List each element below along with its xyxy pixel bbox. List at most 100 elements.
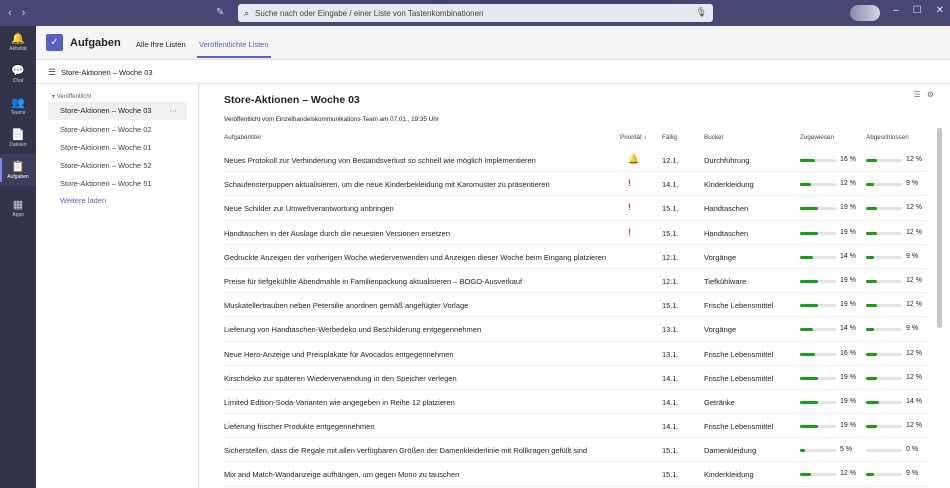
completed-progress-bar [866,183,902,187]
due-date: 15.1. [662,228,679,238]
table-row[interactable]: Kirschdeko zur späteren Wiederverwendung… [224,366,927,390]
compose-icon[interactable]: ✎ [216,7,228,19]
sidebar-item-week-01[interactable]: Store-Aktionen – Woche 01 [48,139,187,157]
sidebar-item-week-51[interactable]: Store-Aktionen – Woche 51 [48,175,187,193]
column-priority[interactable]: Priorität ↓ [620,134,647,141]
table-row[interactable]: Lieferung von Handtaschen-Werbedeko und … [224,317,927,342]
sidebar-item-label: Store-Aktionen – Woche 51 [60,179,152,188]
rail-item-teams[interactable]: 👥 Teams [0,90,36,122]
app-header: ✓ Aufgaben Alle Ihre Listen Veröffentlic… [36,26,950,60]
table-row[interactable]: Schaufensterpuppen aktualisieren, um die… [224,172,927,197]
bucket-name: Vorgänge [704,252,737,262]
window-controls: – ☐ ✕ [893,5,944,16]
table-row[interactable]: Neue Hero-Anzeige und Preisplakate für A… [224,342,927,366]
bucket-name: Frische Lebensmittel [704,349,774,359]
assigned-progress-bar [800,183,836,187]
search-box[interactable]: ⌕ Suche nach oder Eingabe / einer Liste … [238,4,713,22]
sidebar-item-week-02[interactable]: Store-Aktionen – Woche 02 [48,121,187,139]
rail-item-dateien[interactable]: 📄 Dateien [0,122,36,154]
task-title[interactable]: Neue Hero-Anzeige und Preisplakate für A… [224,350,616,359]
task-title[interactable]: Neue Schilder zur Umweltverantwortung an… [224,204,616,213]
task-title[interactable]: Lieferung von Handtaschen-Werbedeko und … [224,325,616,334]
task-title[interactable]: Handtaschen in der Auslage durch die neu… [224,229,616,238]
due-date: 15.1. [662,446,679,456]
assigned-percent: 19 % [840,422,856,430]
assigned-progress-bar-fill [800,473,812,477]
column-due[interactable]: Fällig [662,134,677,141]
task-title[interactable]: Mix and Match-Wandanzeige aufhängen, um … [224,470,616,479]
app-rail: 🔔 Aktivität 💬 Chat 👥 Teams 📄 Dateien 📋 Aufgaben ▦ A… [0,26,36,488]
completed-progress-bar-fill [866,328,875,332]
task-title[interactable]: Preise für tiefgekühlte Abendmahle in Fa… [224,277,616,286]
rail-item-label: Apps [12,211,24,218]
table-row[interactable]: Mix and Match-Wandanzeige aufhängen, um … [224,462,927,487]
assigned-percent: 19 % [840,397,856,405]
completed-progress-bar-fill [866,304,878,308]
task-title[interactable]: Neues Protokoll zur Verhinderung von Bes… [224,156,616,165]
task-title[interactable]: Limited Edition-Soda-Varianten wie angeg… [224,398,616,407]
column-completed[interactable]: Abgeschlossen [866,134,909,141]
due-date: 15.1. [662,470,679,480]
bucket-name: Vorgänge [704,325,737,335]
table-row[interactable]: Limited Edition-Soda-Varianten wie angeg… [224,390,927,415]
table-row[interactable]: Handtaschen in der Auslage durch die neu… [224,221,927,245]
task-title[interactable]: Sicherstellen, dass die Regale mit allen… [224,446,616,455]
rail-item-apps[interactable]: ▦ Apps [0,192,36,224]
minimize-icon[interactable]: – [893,5,899,16]
due-date: 12.1. [662,252,679,262]
completed-progress-bar-fill [866,425,878,429]
table-row[interactable]: Neue Schilder zur Umweltverantwortung an… [224,196,927,221]
assigned-percent: 19 % [840,204,856,212]
table-row[interactable]: Muskatellertrauben neben Petersilie anor… [224,293,927,318]
assigned-progress-bar [800,207,836,211]
assigned-percent: 14 % [840,325,856,333]
column-assigned[interactable]: Zugewiesen [800,134,834,141]
avatar[interactable] [850,5,880,21]
task-title[interactable]: Kirschdeko zur späteren Wiederverwendung… [224,374,616,383]
tab-all-lists[interactable]: Alle Ihre Listen [136,40,186,49]
rail-item-chat[interactable]: 💬 Chat [0,58,36,90]
completed-progress-bar [866,304,902,308]
task-title[interactable]: Muskatellertrauben neben Petersilie anor… [224,301,616,310]
maximize-icon[interactable]: ☐ [913,5,922,16]
load-more-link[interactable]: Weitere laden [60,196,106,205]
completed-progress-bar-fill [866,183,875,187]
forward-arrow-icon[interactable]: › [22,7,26,19]
task-title[interactable]: Gedruckte Anzeigen der vorherigen Woche … [224,253,616,262]
sidebar-item-week-52[interactable]: Store-Aktionen – Woche 52 [48,157,187,175]
more-options-icon[interactable]: ··· [170,102,178,120]
tasks-app-icon: ✓ [46,34,63,51]
settings-icon[interactable]: ⚙ [927,90,934,99]
column-title[interactable]: Aufgabentitel [224,134,261,141]
completed-percent: 9 % [906,325,919,333]
scrollbar[interactable] [937,128,942,328]
microphone-icon[interactable]: 🎙 [696,7,707,18]
completed-progress-bar-fill [866,473,875,477]
section-published[interactable]: Veröffentlicht [52,93,92,100]
column-bucket[interactable]: Bucket [704,134,723,141]
assigned-progress-bar [800,400,836,404]
sidebar-item-week-03[interactable]: Store-Aktionen – Woche 03 ··· [48,102,187,120]
app-title: Aufgaben [70,37,121,49]
completed-progress-bar [866,255,902,259]
back-arrow-icon[interactable]: ‹ [8,7,12,19]
main-content: Store-Aktionen – Woche 03 Veröffentlicht… [200,84,950,488]
rail-item-aktivität[interactable]: 🔔 Aktivität [0,26,36,58]
tab-published-lists[interactable]: Veröffentlichte Listen [199,40,269,49]
list-view-icon[interactable]: ☰ [914,90,921,99]
task-title[interactable]: Schaufensterpuppen aktualisieren, um die… [224,180,616,189]
assigned-percent: 12 % [840,180,856,188]
table-row[interactable]: Lieferung frischer Produkte entgegennehm… [224,414,927,439]
task-title[interactable]: Lieferung frischer Produkte entgegennehm… [224,422,616,431]
table-row[interactable]: Preise für tiefgekühlte Abendmahle in Fa… [224,269,927,294]
table-row[interactable]: Neues Protokoll zur Verhinderung von Bes… [224,148,927,173]
search-input[interactable]: Suche nach oder Eingabe / einer Liste vo… [255,9,483,18]
due-date: 15.1. [662,301,679,311]
close-icon[interactable]: ✕ [936,5,944,16]
table-row[interactable]: Gedruckte Anzeigen der vorherigen Woche … [224,245,927,269]
bucket-name: Handtaschen [704,228,749,238]
rail-item-aufgaben[interactable]: 📋 Aufgaben [0,154,36,186]
table-row[interactable]: Sicherstellen, dass die Regale mit allen… [224,438,927,463]
menu-icon[interactable]: ☰ [48,67,56,78]
bucket-name: Durchführung [704,156,750,165]
